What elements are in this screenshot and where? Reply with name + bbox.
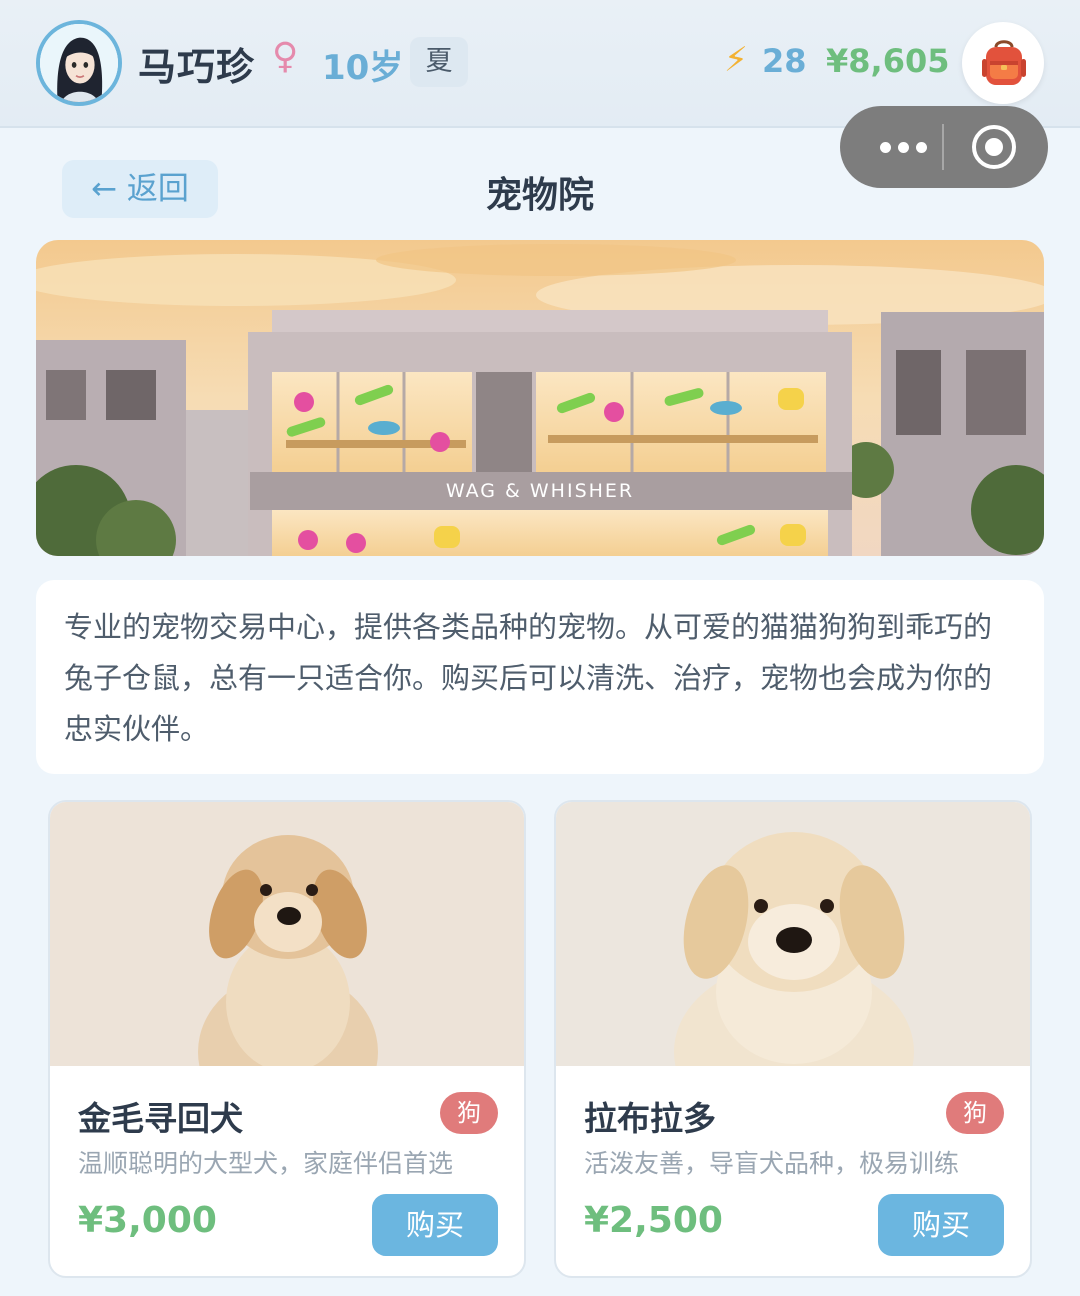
page-title: 宠物院 [485, 175, 594, 216]
pet-price: ¥2,500 [584, 1200, 723, 1241]
pet-shop-illustration [36, 240, 1044, 556]
capsule-divider [942, 124, 944, 170]
pet-card-golden-retriever[interactable]: 金毛寻回犬 狗 温顺聪明的大型犬，家庭伴侣首选 ¥3,000 购买 [48, 800, 526, 1278]
energy-value: 28 [762, 42, 807, 80]
backpack-button[interactable] [962, 22, 1044, 104]
money-value: ¥8,605 [826, 42, 950, 80]
buy-button[interactable]: 购买 [372, 1194, 498, 1256]
backpack-icon [982, 40, 1026, 85]
pet-type-badge: 狗 [440, 1092, 498, 1134]
player-age: 10岁 [322, 48, 404, 88]
store-sign: WAG & WHISHER [445, 480, 635, 502]
female-icon: ♀ [272, 36, 299, 77]
pet-photo [50, 802, 524, 1066]
close-circle-icon[interactable] [972, 125, 1016, 169]
avatar-portrait [40, 24, 118, 102]
buy-button[interactable]: 购买 [878, 1194, 1004, 1256]
lightning-icon: ⚡ [724, 40, 748, 80]
pet-card-labrador[interactable]: 拉布拉多 狗 活泼友善，导盲犬品种，极易训练 ¥2,500 购买 [554, 800, 1032, 1278]
pet-shop-banner: WAG & WHISHER [36, 240, 1044, 556]
pet-shop-page: 马巧珍 ♀ 10岁 夏 ⚡ 28 ¥8,605 ← 返回 宠物院 WAG & W… [0, 0, 1080, 1296]
pet-type-badge: 狗 [946, 1092, 1004, 1134]
pet-name: 拉布拉多 [584, 1099, 716, 1138]
season-badge: 夏 [410, 37, 468, 87]
pet-price: ¥3,000 [78, 1200, 217, 1241]
pet-name: 金毛寻回犬 [78, 1099, 243, 1138]
avatar[interactable] [36, 20, 122, 106]
shop-description: 专业的宠物交易中心，提供各类品种的宠物。从可爱的猫猫狗狗到乖巧的兔子仓鼠，总有一… [36, 580, 1044, 774]
pet-photo [556, 802, 1030, 1066]
labrador-photo [556, 802, 1030, 1066]
pet-description: 活泼友善，导盲犬品种，极易训练 [584, 1149, 960, 1178]
pet-description: 温顺聪明的大型犬，家庭伴侣首选 [78, 1149, 454, 1178]
player-name: 马巧珍 [138, 45, 256, 89]
golden-retriever-photo [50, 802, 524, 1066]
